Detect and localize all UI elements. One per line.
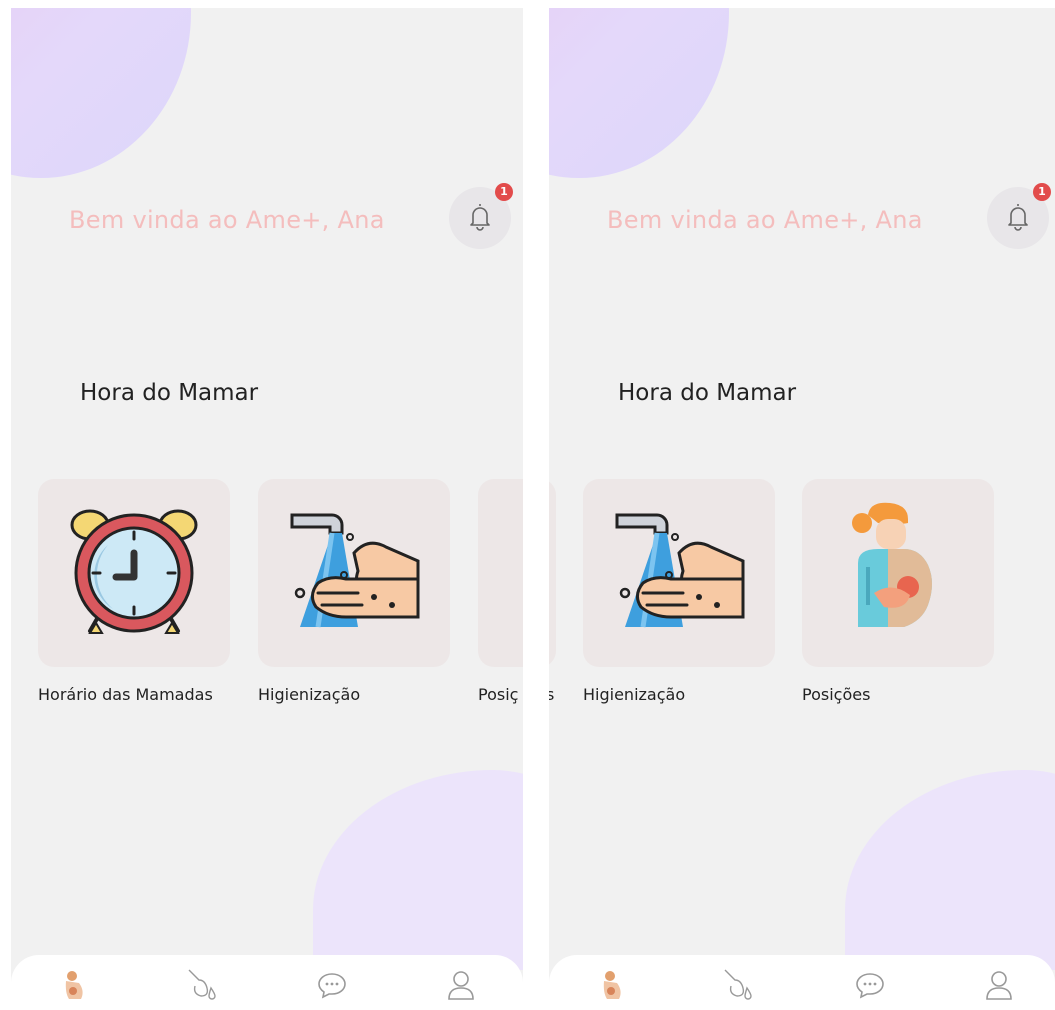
card-label: Posiç (478, 685, 519, 704)
breastfeeding-icon (848, 501, 948, 645)
section-title: Hora do Mamar (80, 380, 259, 406)
nav-breast-pump[interactable] (187, 968, 221, 1006)
bottom-navigation (549, 955, 1055, 1010)
decorative-blob-bottom (845, 770, 1055, 970)
decorative-blob-bottom (313, 770, 523, 970)
home-icon (61, 969, 87, 1005)
nav-chat[interactable] (853, 970, 887, 1004)
chat-icon (317, 971, 347, 1003)
breast-pump-icon (187, 968, 221, 1006)
card-label: Higienização (583, 685, 686, 704)
notifications-button[interactable]: 1 (987, 183, 1051, 249)
card-label: Horário das Mamadas (38, 685, 213, 704)
bell-icon (467, 201, 493, 235)
nav-chat[interactable] (315, 970, 349, 1004)
card-hygiene[interactable] (583, 479, 775, 667)
nav-breast-pump[interactable] (723, 968, 757, 1006)
nav-profile[interactable] (444, 970, 478, 1004)
card-positions[interactable] (802, 479, 994, 667)
chat-icon (855, 971, 885, 1003)
bottom-navigation (11, 955, 523, 1010)
alarm-clock-icon (68, 505, 200, 641)
card-label: Posições (802, 685, 871, 704)
hand-washing-icon (613, 509, 745, 637)
notification-badge: 1 (495, 183, 513, 201)
card-hygiene[interactable] (258, 479, 450, 667)
profile-icon (447, 970, 475, 1004)
card-label: Higienização (258, 685, 361, 704)
breast-pump-icon (723, 968, 757, 1006)
screen-right: Bem vinda ao Ame+, Ana 1 Hora do Mamar s (549, 8, 1055, 1010)
nav-home[interactable] (595, 970, 629, 1004)
notifications-button[interactable]: 1 (449, 183, 513, 249)
bell-icon (1005, 201, 1031, 235)
notification-badge: 1 (1033, 183, 1051, 201)
nav-home[interactable] (57, 970, 91, 1004)
home-icon (599, 969, 625, 1005)
card-feeding-schedule[interactable] (38, 479, 230, 667)
decorative-blob-top (11, 8, 191, 178)
card-label: s (549, 685, 555, 704)
card-positions[interactable] (478, 479, 523, 667)
greeting-text: Bem vinda ao Ame+, Ana (607, 206, 923, 234)
profile-icon (985, 970, 1013, 1004)
screen-left: Bem vinda ao Ame+, Ana 1 Hora do Mamar H… (11, 8, 523, 1010)
decorative-blob-top (549, 8, 729, 178)
card-feeding-schedule[interactable] (549, 479, 556, 667)
section-title: Hora do Mamar (618, 380, 797, 406)
hand-washing-icon (288, 509, 420, 637)
greeting-text: Bem vinda ao Ame+, Ana (69, 206, 385, 234)
nav-profile[interactable] (982, 970, 1016, 1004)
